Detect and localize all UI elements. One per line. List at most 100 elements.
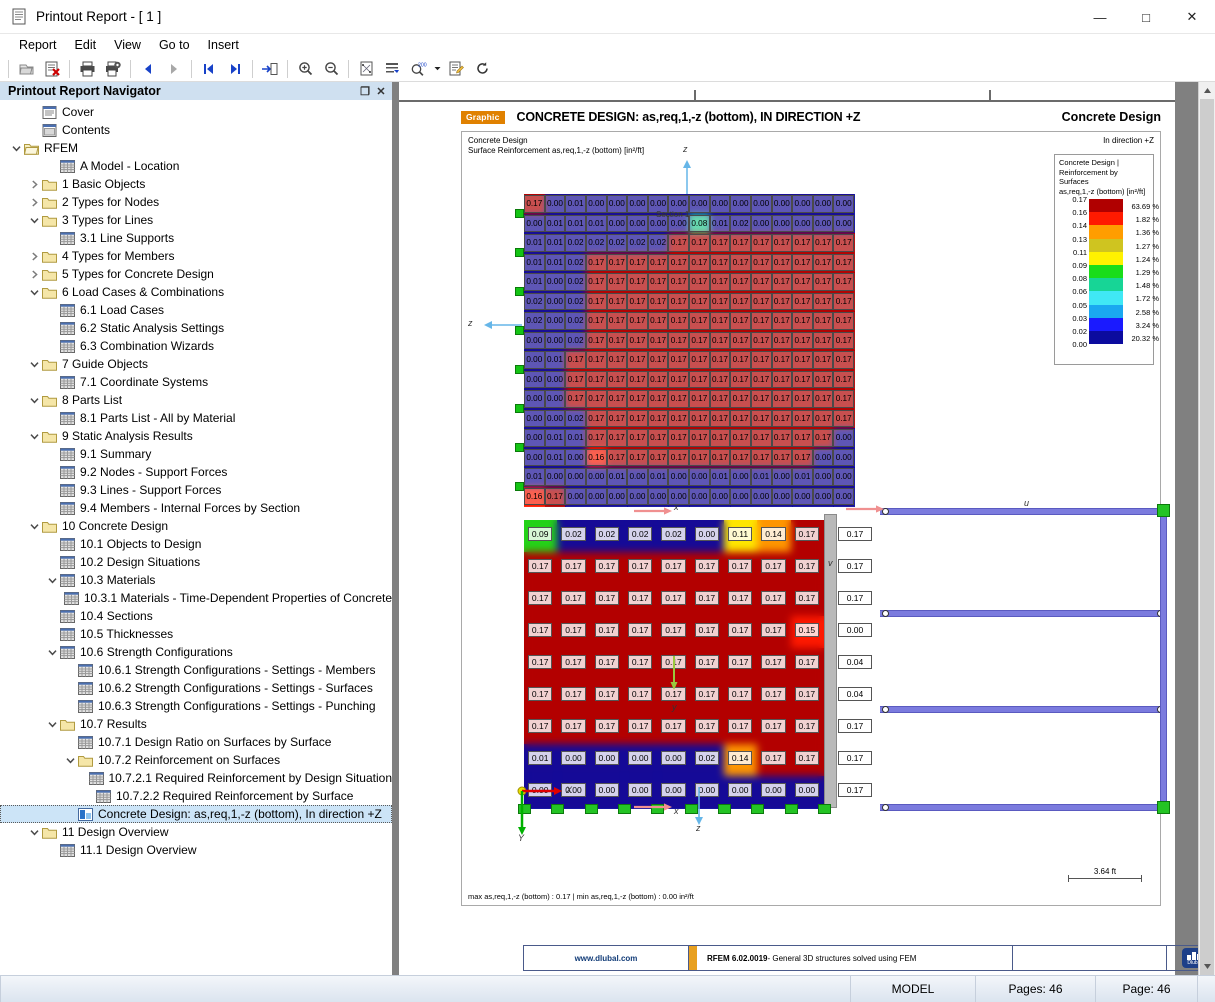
axis-label-z: z	[696, 823, 701, 833]
chevron-right-icon[interactable]	[26, 198, 42, 207]
menu-item-edit[interactable]: Edit	[66, 36, 106, 54]
tree-item-10-5-thicknesses[interactable]: 10.5 Thicknesses	[0, 625, 392, 643]
legend-percentage: 20.32 %	[1125, 334, 1159, 344]
page-tick	[694, 90, 696, 102]
chevron-down-icon[interactable]	[44, 576, 60, 585]
tree-item-6-2-static-analysis-settings[interactable]: 6.2 Static Analysis Settings	[0, 319, 392, 337]
chevron-down-icon[interactable]	[44, 720, 60, 729]
menu-item-goto[interactable]: Go to	[150, 36, 199, 54]
tree-item-10-concrete-design[interactable]: 10 Concrete Design	[0, 517, 392, 535]
open-report-icon[interactable]	[13, 58, 39, 80]
tree-item-8-parts-list[interactable]: 8 Parts List	[0, 391, 392, 409]
last-page-icon[interactable]	[222, 58, 248, 80]
menu-item-view[interactable]: View	[105, 36, 150, 54]
chevron-down-icon[interactable]	[26, 396, 42, 405]
chevron-down-icon[interactable]	[26, 828, 42, 837]
maximize-button[interactable]: □	[1123, 0, 1169, 34]
tree-item-9-static-analysis-results[interactable]: 9 Static Analysis Results	[0, 427, 392, 445]
tree-item-10-6-1-strength-configurations-settings-members[interactable]: 10.6.1 Strength Configurations - Setting…	[0, 661, 392, 679]
tree-item-10-7-2-reinforcement-on-surfaces[interactable]: 10.7.2 Reinforcement on Surfaces	[0, 751, 392, 769]
tree-item-6-1-load-cases[interactable]: 6.1 Load Cases	[0, 301, 392, 319]
tree-item-10-7-2-2-required-reinforcement-by-surface[interactable]: 10.7.2.2 Required Reinforcement by Surfa…	[0, 787, 392, 805]
tree-item-rfem[interactable]: RFEM	[0, 139, 392, 157]
tree-item-9-2-nodes-support-forces[interactable]: 9.2 Nodes - Support Forces	[0, 463, 392, 481]
edit-report-icon[interactable]	[443, 58, 469, 80]
chevron-right-icon[interactable]	[26, 270, 42, 279]
tree-item-6-3-combination-wizards[interactable]: 6.3 Combination Wizards	[0, 337, 392, 355]
tree-item-10-7-2-1-required-reinforcement-by-design-situation[interactable]: 10.7.2.1 Required Reinforcement by Desig…	[0, 769, 392, 787]
tree-item-11-1-design-overview[interactable]: 11.1 Design Overview	[0, 841, 392, 859]
close-panel-icon[interactable]: ✕	[374, 85, 388, 98]
scroll-up-arrow-icon[interactable]	[1199, 82, 1215, 99]
tree-item-9-1-summary[interactable]: 9.1 Summary	[0, 445, 392, 463]
chevron-down-icon[interactable]	[26, 216, 42, 225]
tree-item-8-1-parts-list-all-by-material[interactable]: 8.1 Parts List - All by Material	[0, 409, 392, 427]
tree-item-concrete-design-as-req-1-z-bottom-in-direction-z[interactable]: Concrete Design: as,req,1,-z (bottom), I…	[0, 805, 392, 823]
tree-item-11-design-overview[interactable]: 11 Design Overview	[0, 823, 392, 841]
tree-item-10-7-1-design-ratio-on-surfaces-by-surface[interactable]: 10.7.1 Design Ratio on Surfaces by Surfa…	[0, 733, 392, 751]
minimize-button[interactable]: —	[1077, 0, 1123, 34]
go-to-page-icon[interactable]	[257, 58, 283, 80]
chevron-down-icon[interactable]	[26, 360, 42, 369]
tree-item-10-3-1-materials-time-dependent-properties-of-concrete[interactable]: 10.3.1 Materials - Time-Dependent Proper…	[0, 589, 392, 607]
chevron-down-icon[interactable]	[44, 648, 60, 657]
tree-item-7-1-coordinate-systems[interactable]: 7.1 Coordinate Systems	[0, 373, 392, 391]
zoom-out-icon[interactable]	[318, 58, 344, 80]
chevron-down-icon[interactable]	[62, 756, 78, 765]
restore-panel-icon[interactable]: ❐	[358, 85, 372, 98]
menu-item-report[interactable]: Report	[10, 36, 66, 54]
footer-website[interactable]: www.dlubal.com	[524, 946, 689, 970]
tree-item-7-guide-objects[interactable]: 7 Guide Objects	[0, 355, 392, 373]
folder-icon	[42, 178, 58, 191]
chevron-down-icon[interactable]	[8, 144, 24, 153]
previous-page-icon[interactable]	[135, 58, 161, 80]
value-label: 0.02	[595, 527, 619, 541]
tree-item-3-types-for-lines[interactable]: 3 Types for Lines	[0, 211, 392, 229]
first-page-icon[interactable]	[196, 58, 222, 80]
close-button[interactable]: ✕	[1169, 0, 1215, 34]
viewer-vertical-scrollbar[interactable]	[1198, 82, 1215, 975]
menu-item-insert[interactable]: Insert	[199, 36, 248, 54]
tree-item-10-6-3-strength-configurations-settings-punching[interactable]: 10.6.3 Strength Configurations - Setting…	[0, 697, 392, 715]
tree-item-5-types-for-concrete-design[interactable]: 5 Types for Concrete Design	[0, 265, 392, 283]
tree-item-10-6-strength-configurations[interactable]: 10.6 Strength Configurations	[0, 643, 392, 661]
tree-item-10-6-2-strength-configurations-settings-surfaces[interactable]: 10.6.2 Strength Configurations - Setting…	[0, 679, 392, 697]
print-settings-icon[interactable]	[100, 58, 126, 80]
chevron-down-icon[interactable]	[26, 522, 42, 531]
chevron-right-icon[interactable]	[26, 252, 42, 261]
chevron-down-icon[interactable]	[26, 432, 42, 441]
delete-report-icon[interactable]	[39, 58, 65, 80]
zoom-in-icon[interactable]	[292, 58, 318, 80]
tree-item-a-model-location[interactable]: A Model - Location	[0, 157, 392, 175]
tree-item-10-2-design-situations[interactable]: 10.2 Design Situations	[0, 553, 392, 571]
refresh-icon[interactable]	[469, 58, 495, 80]
value-label: 0.00	[628, 751, 652, 765]
value-label: 0.17	[565, 371, 586, 389]
fit-width-icon[interactable]	[379, 58, 405, 80]
zoom-level-dropdown-icon[interactable]	[431, 58, 443, 80]
fit-page-icon[interactable]	[353, 58, 379, 80]
tree-item-10-7-results[interactable]: 10.7 Results	[0, 715, 392, 733]
tree-item-10-4-sections[interactable]: 10.4 Sections	[0, 607, 392, 625]
print-icon[interactable]	[74, 58, 100, 80]
tree-item-3-1-line-supports[interactable]: 3.1 Line Supports	[0, 229, 392, 247]
tree-item-1-basic-objects[interactable]: 1 Basic Objects	[0, 175, 392, 193]
report-tree[interactable]: CoverContentsRFEMA Model - Location1 Bas…	[0, 100, 392, 975]
scrollbar-thumb[interactable]	[1200, 99, 1214, 975]
tree-item-9-4-members-internal-forces-by-section[interactable]: 9.4 Members - Internal Forces by Section	[0, 499, 392, 517]
resize-grip-icon[interactable]	[1197, 976, 1215, 1002]
tree-item-2-types-for-nodes[interactable]: 2 Types for Nodes	[0, 193, 392, 211]
tree-item-9-3-lines-support-forces[interactable]: 9.3 Lines - Support Forces	[0, 481, 392, 499]
tree-item-10-1-objects-to-design[interactable]: 10.1 Objects to Design	[0, 535, 392, 553]
scroll-down-arrow-icon[interactable]	[1199, 958, 1215, 975]
tree-item-contents[interactable]: Contents	[0, 121, 392, 139]
tree-item-cover[interactable]: Cover	[0, 103, 392, 121]
zoom-level-icon[interactable]: 200	[405, 58, 431, 80]
value-label: 0.17	[689, 410, 710, 428]
next-page-icon[interactable]	[161, 58, 187, 80]
tree-item-6-load-cases-combinations[interactable]: 6 Load Cases & Combinations	[0, 283, 392, 301]
tree-item-10-3-materials[interactable]: 10.3 Materials	[0, 571, 392, 589]
tree-item-4-types-for-members[interactable]: 4 Types for Members	[0, 247, 392, 265]
chevron-right-icon[interactable]	[26, 180, 42, 189]
chevron-down-icon[interactable]	[26, 288, 42, 297]
